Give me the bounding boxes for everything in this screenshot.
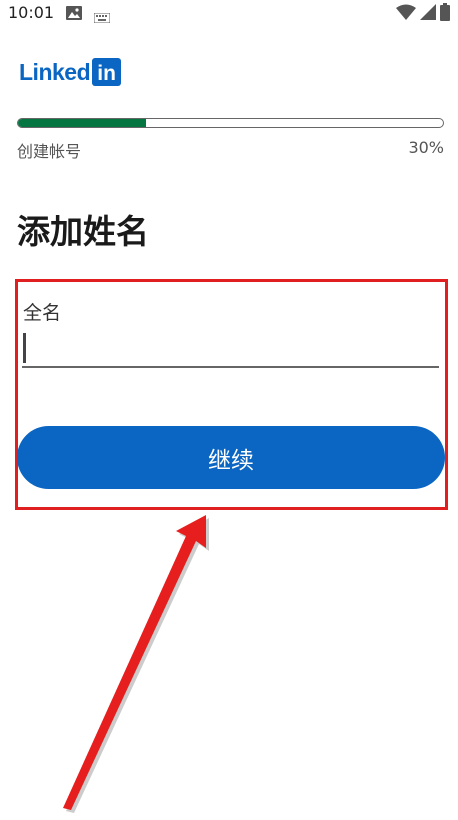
status-time: 10:01 [8, 3, 55, 22]
progress-label: 创建帐号 [17, 142, 82, 161]
signal-icon [420, 4, 436, 24]
linkedin-logo: Linked in [19, 58, 122, 86]
wifi-icon [396, 4, 416, 24]
full-name-label: 全名 [23, 302, 62, 324]
status-bar: 10:01 [0, 0, 458, 26]
page-title: 添加姓名 [17, 212, 149, 251]
logo-in-box: in [92, 58, 122, 86]
gallery-icon [66, 5, 82, 24]
battery-icon [440, 3, 450, 25]
progress-bar [17, 118, 444, 128]
continue-button[interactable]: 继续 [17, 426, 445, 489]
full-name-input[interactable] [22, 330, 439, 368]
progress-fill [18, 119, 146, 127]
text-cursor [23, 333, 26, 363]
logo-wordmark: Linked [19, 58, 91, 85]
progress-percent: 30% [408, 138, 444, 157]
keyboard-icon [93, 8, 111, 27]
